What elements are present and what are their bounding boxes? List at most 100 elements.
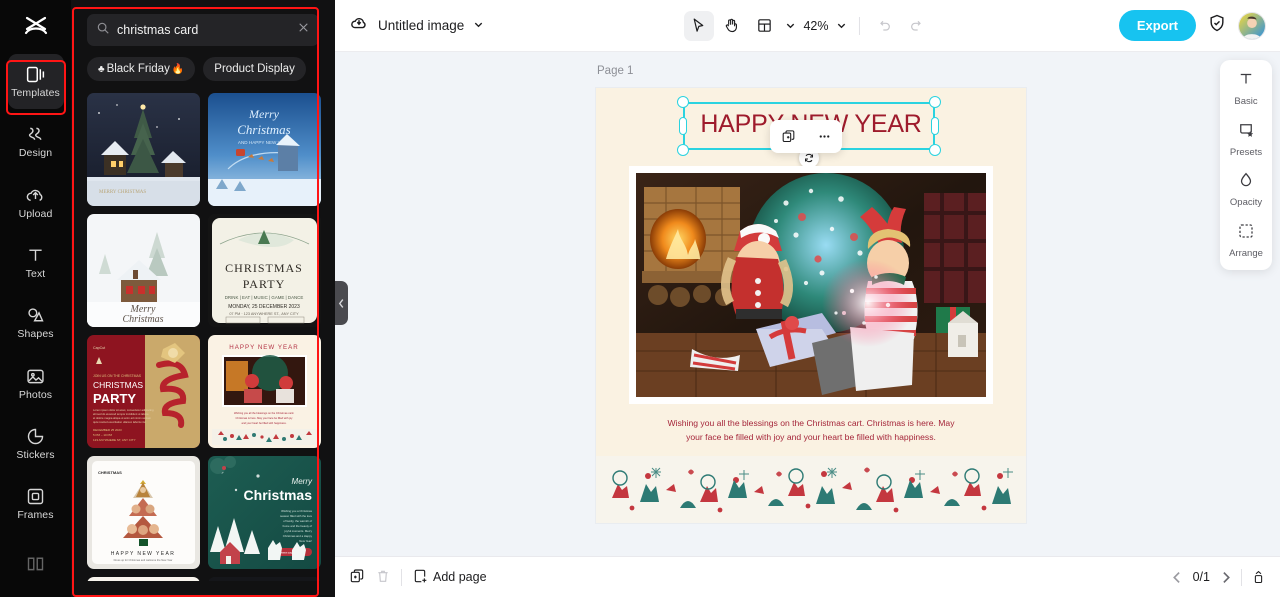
resize-handle-left[interactable]: [679, 117, 687, 135]
sidebar-item-label: Frames: [17, 509, 54, 522]
svg-text:MONDAY, 25 DECEMBER 2023: MONDAY, 25 DECEMBER 2023: [228, 304, 300, 310]
resize-handle-right[interactable]: [931, 117, 939, 135]
template-card-christmas-party-vintage[interactable]: CHRISTMAS PARTY DRINK | EAT | MUSIC | GA…: [208, 214, 321, 327]
panel-item-opacity[interactable]: Opacity: [1230, 171, 1262, 208]
search-input[interactable]: [117, 23, 290, 37]
resize-handle-bl[interactable]: [677, 144, 689, 156]
sidebar-item-frames[interactable]: Frames: [8, 476, 64, 530]
panel-item-arrange[interactable]: Arrange: [1229, 222, 1263, 259]
svg-text:New Year!: New Year!: [299, 539, 312, 543]
svg-text:DRINK | EAT | MUSIC | GAME | D: DRINK | EAT | MUSIC | GAME | DANCE: [225, 295, 304, 300]
document-title-group[interactable]: Untitled image: [349, 13, 484, 38]
page-counter: 0/1: [1192, 570, 1210, 584]
sidebar-item-label: Photos: [18, 388, 53, 401]
next-page-button[interactable]: [1219, 571, 1232, 584]
canvas-area[interactable]: Page 1 HAPPY NEW YEAR: [335, 52, 1280, 556]
page-label: Page 1: [597, 65, 634, 77]
search-box[interactable]: [87, 14, 319, 46]
add-page-button[interactable]: Add page: [412, 568, 487, 587]
svg-text:Christmas and a Happy: Christmas and a Happy: [283, 534, 313, 538]
search-icon: [96, 21, 110, 40]
svg-text:CHRISTMAS: CHRISTMAS: [93, 380, 143, 390]
resize-handle-br[interactable]: [929, 144, 941, 156]
svg-text:Merry: Merry: [248, 107, 280, 121]
canvas-photo-frame[interactable]: [629, 166, 993, 404]
sidebar-item-templates[interactable]: Templates: [7, 54, 64, 109]
bottom-divider-right: [1241, 568, 1242, 586]
sidebar-item-label: Upload: [18, 207, 53, 220]
element-float-toolbar: [770, 120, 842, 153]
delete-page-button[interactable]: [375, 568, 391, 587]
hand-tool-button[interactable]: [716, 11, 746, 41]
duplicate-page-button[interactable]: [349, 568, 365, 587]
sidebar-item-shapes[interactable]: Shapes: [8, 295, 64, 349]
canvas-card-message[interactable]: Wishing you all the blessings on the Chr…: [666, 416, 956, 444]
close-icon[interactable]: [297, 21, 310, 39]
presets-icon: [1237, 121, 1255, 144]
panel-item-presets[interactable]: Presets: [1230, 121, 1262, 158]
design-page[interactable]: HAPPY NEW YEAR: [596, 88, 1026, 523]
main-area: Untitled image 42% Export Page 1 HAPPY Y…: [335, 0, 1280, 597]
layout-tool-button[interactable]: [749, 11, 779, 41]
sidebar-item-design[interactable]: Design: [8, 115, 64, 169]
left-rail: Templates Design Upload Text Shapes Phot…: [0, 0, 71, 597]
panel-collapse-handle[interactable]: [335, 281, 348, 325]
template-card-white-pattern[interactable]: [87, 577, 200, 581]
chip-black-friday[interactable]: ♣ Black Friday 🔥: [87, 57, 196, 81]
sidebar-item-stickers[interactable]: Stickers: [8, 416, 64, 470]
redo-button[interactable]: [902, 11, 932, 41]
select-tool-button[interactable]: [683, 10, 714, 41]
svg-text:PARTY: PARTY: [93, 391, 136, 406]
undo-button[interactable]: [869, 11, 899, 41]
resize-handle-tl[interactable]: [677, 96, 689, 108]
panel-item-label: Opacity: [1229, 197, 1263, 208]
kids-opening-christmas-gift-photo[interactable]: [636, 173, 986, 397]
svg-text:PARTY: PARTY: [243, 277, 286, 291]
ellipsis-icon[interactable]: [817, 129, 832, 144]
template-card-snowy-cabin[interactable]: Merry Christmas: [87, 214, 200, 327]
expand-panel-button[interactable]: [1251, 570, 1266, 585]
svg-text:5 PM – 10 PM: 5 PM – 10 PM: [93, 433, 113, 437]
templates-panel: ♣ Black Friday 🔥 Product Display: [71, 0, 335, 597]
sidebar-item-book[interactable]: [8, 537, 64, 591]
arrange-icon: [1237, 222, 1255, 245]
template-card-happy-new-year-kids[interactable]: HAPPY NEW YEAR Wishing you all the bless…: [208, 335, 321, 448]
sidebar-item-photos[interactable]: Photos: [8, 356, 64, 410]
svg-text:Lorem ipsum dolor sit amet, co: Lorem ipsum dolor sit amet, consectetur …: [93, 408, 154, 412]
template-card-dark-gold-stars[interactable]: [208, 577, 321, 581]
svg-text:and your heart be filled with: and your heart be filled with happiness.: [242, 421, 287, 425]
chevron-down-icon[interactable]: [473, 17, 484, 35]
sidebar-item-label: Text: [25, 268, 46, 281]
export-button[interactable]: Export: [1118, 10, 1196, 41]
template-card-photo-collage-tree[interactable]: CHRISTMAS HAPPY NEW YEAR Dress up for Ch…: [87, 456, 200, 569]
svg-text:Christmas: Christmas: [237, 122, 290, 137]
user-avatar[interactable]: [1238, 11, 1266, 40]
template-card-red-gold-party[interactable]: CapCut JOIN US ON THE CHRISTMAS CHRISTMA…: [87, 335, 200, 448]
template-card-snow-village[interactable]: MERRY CHRISTMAS: [87, 93, 200, 206]
svg-text:CHRISTMAS: CHRISTMAS: [98, 470, 122, 475]
resize-handle-tr[interactable]: [929, 96, 941, 108]
svg-text:MERRY CHRISTMAS: MERRY CHRISTMAS: [99, 190, 146, 195]
chip-product-display[interactable]: Product Display: [203, 57, 306, 81]
element-properties-panel: Basic Presets Opacity Arrange: [1220, 60, 1272, 270]
christmas-pattern-border[interactable]: [596, 456, 1026, 523]
svg-text:CapCut: CapCut: [93, 346, 105, 350]
svg-text:123 ANYWHERE ST, ANY CITY: 123 ANYWHERE ST, ANY CITY: [93, 438, 136, 442]
shield-check-icon[interactable]: [1207, 13, 1227, 38]
panel-item-basic[interactable]: Basic: [1234, 70, 1258, 107]
prev-page-button[interactable]: [1171, 571, 1184, 584]
sidebar-item-text[interactable]: Text: [8, 235, 64, 289]
svg-text:joyful moments. Merry: joyful moments. Merry: [283, 529, 312, 533]
layout-dropdown-button[interactable]: [782, 11, 798, 41]
sidebar-item-upload[interactable]: Upload: [8, 175, 64, 229]
capcut-logo[interactable]: [0, 0, 71, 54]
zoom-dropdown-button[interactable]: [834, 11, 850, 41]
text-basic-icon: [1237, 70, 1255, 93]
template-card-santa-sleigh[interactable]: Merry Christmas AND HAPPY NEW YEAR: [208, 93, 321, 206]
cloud-save-icon: [349, 13, 369, 38]
svg-text:Christmas: Christmas: [244, 487, 313, 503]
duplicate-icon[interactable]: [781, 129, 796, 144]
template-card-green-paper-cut[interactable]: Merry Christmas Wishing you a Christmas s…: [208, 456, 321, 569]
chip-label: Black Friday: [106, 63, 170, 75]
sidebar-item-label: Shapes: [17, 328, 54, 341]
